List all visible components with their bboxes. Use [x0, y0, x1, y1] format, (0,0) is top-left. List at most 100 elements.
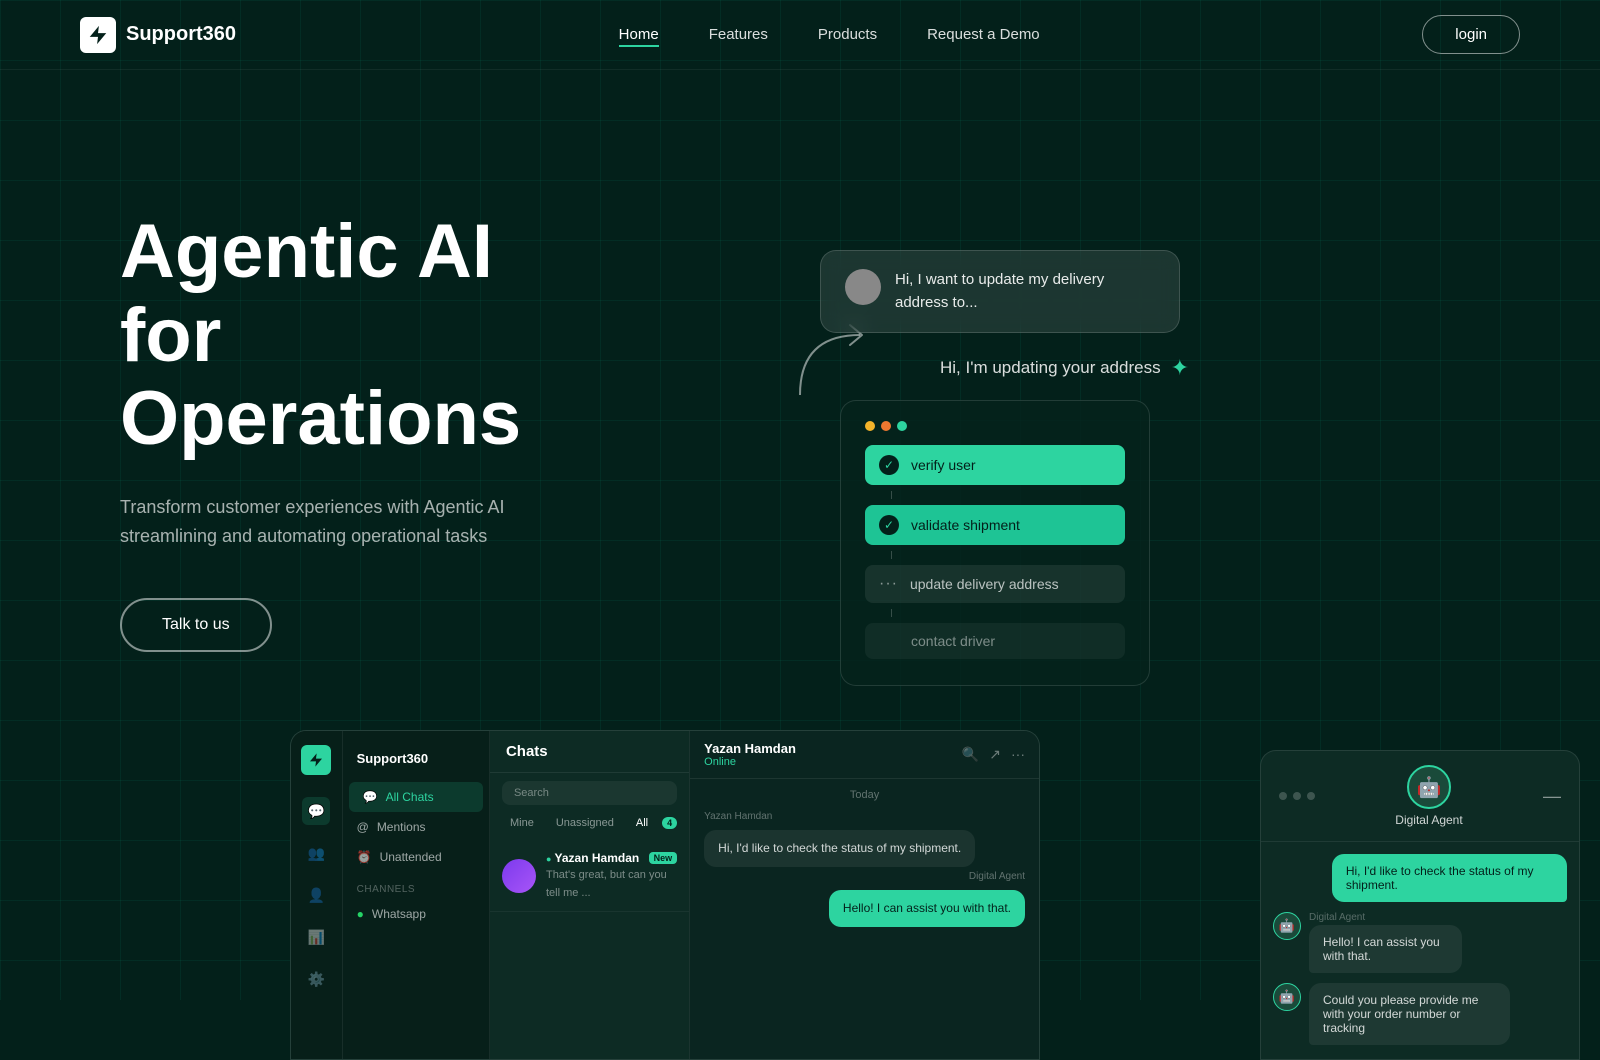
conv-user-name: Yazan Hamdan — [704, 741, 796, 756]
home-link[interactable]: Home — [619, 26, 659, 47]
talk-to-us-button[interactable]: Talk to us — [120, 598, 272, 652]
step-connector-1 — [891, 491, 892, 499]
chat-app-preview: 💬 👥 👤 📊 ⚙️ Support360 💬 All Chats @ Ment… — [290, 730, 1040, 1060]
conv-status: Online — [704, 756, 796, 768]
nav-mentions[interactable]: @ Mentions — [343, 812, 489, 842]
agent-msg-label: Digital Agent — [690, 871, 1039, 886]
da-agent-label-1: Digital Agent — [1309, 912, 1505, 923]
conv-actions: 🔍 ↗ ··· — [962, 746, 1025, 763]
da-agent-icon-2: 🤖 — [1273, 983, 1301, 1011]
chat-list-area: Chats Search Mine Unassigned All 4 — [490, 731, 689, 1059]
dot-orange — [881, 421, 891, 431]
contact-info: ● Yazan Hamdan New That's great, but can… — [546, 851, 677, 901]
da-dot-1 — [1279, 792, 1287, 800]
search-conv-icon[interactable]: 🔍 — [962, 746, 979, 763]
check-icon-2: ✓ — [879, 515, 899, 535]
dot-green-ctrl — [897, 421, 907, 431]
pending-icon: ··· — [879, 575, 898, 593]
da-user-message: Hi, I'd like to check the status of my s… — [1332, 854, 1567, 902]
da-messages: Hi, I'd like to check the status of my s… — [1261, 842, 1579, 1059]
dot-yellow — [865, 421, 875, 431]
brand-name: Support360 — [126, 23, 236, 46]
da-header: 🤖 Digital Agent — — [1261, 751, 1579, 842]
contact-name: ● Yazan Hamdan — [546, 851, 639, 865]
step-contact-driver: contact driver — [865, 623, 1125, 659]
process-steps-card: ✓ verify user ✓ validate shipment ··· up… — [840, 400, 1150, 686]
sidebar-settings-icon[interactable]: ⚙️ — [302, 965, 330, 993]
mentions-icon: @ — [357, 820, 369, 834]
sidebar-chat-icon[interactable]: 💬 — [302, 797, 330, 825]
step-label-4: contact driver — [911, 633, 995, 649]
da-agent-reply-2: 🤖 Could you please provide me with your … — [1273, 983, 1567, 1045]
tab-unassigned[interactable]: Unassigned — [548, 813, 622, 833]
da-agent-info: 🤖 Digital Agent — [1395, 765, 1462, 827]
nav-item-features[interactable]: Features — [709, 26, 768, 44]
more-icon[interactable]: ··· — [1011, 746, 1025, 763]
ai-response: Hi, I'm updating your address ✦ — [940, 355, 1189, 381]
step-label-1: verify user — [911, 457, 976, 473]
step-validate-shipment: ✓ validate shipment — [865, 505, 1125, 545]
da-dot-3 — [1307, 792, 1315, 800]
contact-preview: That's great, but can you tell me ... — [546, 869, 667, 899]
user-avatar — [845, 269, 881, 305]
da-agent-icon-1: 🤖 — [1273, 912, 1301, 940]
nav-item-home[interactable]: Home — [619, 26, 659, 44]
da-agent-text-1: Hello! I can assist you with that. — [1309, 925, 1462, 973]
da-window-controls — [1279, 792, 1315, 800]
logo-icon — [80, 17, 116, 53]
tab-mine[interactable]: Mine — [502, 813, 542, 833]
sidebar-contacts-icon[interactable]: 👤 — [302, 881, 330, 909]
all-chats-icon: 💬 — [363, 790, 378, 804]
conv-date: Today — [690, 779, 1039, 811]
app-brand-name: Support360 — [343, 743, 489, 774]
da-agent-avatar: 🤖 — [1407, 765, 1451, 809]
nav-links: Home Features Products Request a Demo — [619, 26, 1040, 44]
user-chat-bubble: Hi, I want to update my delivery address… — [820, 250, 1180, 333]
sender-label: Yazan Hamdan — [690, 811, 1039, 826]
tab-all[interactable]: All — [628, 813, 656, 833]
check-icon-1: ✓ — [879, 455, 899, 475]
nav-item-products[interactable]: Products — [818, 26, 877, 44]
products-link[interactable]: Products — [818, 26, 877, 43]
chats-header: Chats — [490, 731, 689, 773]
contact-avatar — [502, 859, 536, 893]
nav-item-demo[interactable]: Request a Demo — [927, 26, 1040, 44]
nav-unattended[interactable]: ⏰ Unattended — [343, 842, 489, 872]
conv-user-info: Yazan Hamdan Online — [704, 741, 796, 768]
nav-whatsapp[interactable]: ● Whatsapp — [343, 899, 489, 929]
digital-agent-widget: 🤖 Digital Agent — Hi, I'd like to check … — [1260, 750, 1580, 1060]
nav-all-chats[interactable]: 💬 All Chats — [349, 782, 483, 812]
login-button[interactable]: login — [1422, 15, 1520, 54]
ai-response-text: Hi, I'm updating your address — [940, 358, 1161, 378]
conversation-header: Yazan Hamdan Online 🔍 ↗ ··· — [690, 731, 1039, 779]
da-agent-text-2: Could you please provide me with your or… — [1309, 983, 1510, 1045]
da-minimize-button[interactable]: — — [1543, 786, 1561, 807]
navbar: Support360 Home Features Products Reques… — [0, 0, 1600, 70]
step-update-address: ··· update delivery address — [865, 565, 1125, 603]
step-connector-2 — [891, 551, 892, 559]
logo: Support360 — [80, 17, 236, 53]
hero-left: Agentic AI for Operations Transform cust… — [120, 150, 640, 652]
sidebar-analytics-icon[interactable]: 📊 — [302, 923, 330, 951]
user-message-text: Hi, I want to update my delivery address… — [895, 269, 1155, 314]
user-msg-bubble: Hi, I'd like to check the status of my s… — [704, 830, 975, 867]
sidebar-users-icon[interactable]: 👥 — [302, 839, 330, 867]
hero-right: Hi, I want to update my delivery address… — [640, 150, 1480, 1000]
channels-section-title: Channels — [343, 872, 489, 899]
hero-section: Agentic AI for Operations Transform cust… — [0, 70, 1600, 1000]
share-icon[interactable]: ↗ — [989, 746, 1001, 763]
da-dot-2 — [1293, 792, 1301, 800]
app-sidebar: 💬 👥 👤 📊 ⚙️ — [291, 731, 343, 1059]
conversation-panel: Yazan Hamdan Online 🔍 ↗ ··· Today Yazan … — [689, 731, 1039, 1059]
contact-new-badge: New — [649, 852, 678, 864]
da-agent-name: Digital Agent — [1395, 813, 1462, 827]
unattended-icon: ⏰ — [357, 850, 372, 864]
chat-list-item[interactable]: ● Yazan Hamdan New That's great, but can… — [490, 841, 689, 912]
agent-msg-bubble: Hello! I can assist you with that. — [829, 890, 1025, 927]
chats-title: Chats — [506, 743, 548, 760]
demo-link[interactable]: Request a Demo — [927, 26, 1040, 43]
da-agent-reply-1: 🤖 Digital Agent Hello! I can assist you … — [1273, 912, 1567, 973]
whatsapp-icon: ● — [357, 907, 364, 921]
features-link[interactable]: Features — [709, 26, 768, 43]
search-bar[interactable]: Search — [502, 781, 677, 805]
